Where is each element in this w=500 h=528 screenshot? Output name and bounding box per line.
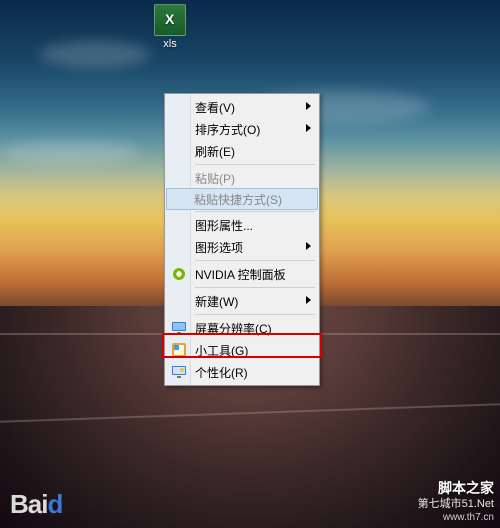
menu-item-refresh[interactable]: 刷新(E) bbox=[167, 140, 317, 162]
gadgets-icon bbox=[171, 342, 189, 358]
menu-item-nvidia[interactable]: NVIDIA 控制面板 bbox=[167, 263, 317, 285]
menu-label: 粘贴(P) bbox=[195, 170, 235, 187]
monitor-icon bbox=[171, 320, 189, 336]
submenu-arrow-icon bbox=[306, 102, 311, 110]
menu-item-graphics-options[interactable]: 图形选项 bbox=[167, 236, 317, 258]
menu-separator bbox=[195, 314, 315, 315]
menu-separator bbox=[195, 211, 315, 212]
menu-label: 个性化(R) bbox=[195, 364, 248, 381]
personalize-icon bbox=[171, 364, 189, 380]
menu-label: 查看(V) bbox=[195, 99, 235, 116]
desktop-file-icon[interactable]: xls bbox=[150, 4, 190, 50]
menu-item-paste: 粘贴(P) bbox=[167, 167, 317, 189]
menu-label: 新建(W) bbox=[195, 293, 238, 310]
menu-label: 小工具(G) bbox=[195, 342, 248, 359]
menu-label: 屏幕分辨率(C) bbox=[195, 320, 272, 337]
menu-item-personalize[interactable]: 个性化(R) bbox=[167, 361, 317, 383]
menu-label: 粘贴快捷方式(S) bbox=[194, 191, 282, 208]
menu-item-view[interactable]: 查看(V) bbox=[167, 96, 317, 118]
watermark-line-1: 脚本之家 bbox=[418, 480, 494, 498]
menu-item-new[interactable]: 新建(W) bbox=[167, 290, 317, 312]
watermark-line-2: 第七城市51.Net bbox=[418, 498, 494, 512]
menu-label: 图形属性... bbox=[195, 217, 253, 234]
menu-label: 刷新(E) bbox=[195, 143, 235, 160]
brand-prefix: Bai bbox=[10, 489, 47, 519]
menu-separator bbox=[195, 164, 315, 165]
menu-separator bbox=[195, 260, 315, 261]
menu-label: 排序方式(O) bbox=[195, 121, 260, 138]
desktop-file-label: xls bbox=[150, 38, 190, 50]
watermark-left: Baid bbox=[10, 489, 62, 520]
submenu-arrow-icon bbox=[306, 296, 311, 304]
menu-item-screen-resolution[interactable]: 屏幕分辨率(C) bbox=[167, 317, 317, 339]
brand-accent: d bbox=[47, 489, 62, 519]
menu-label: 图形选项 bbox=[195, 239, 243, 256]
menu-item-gadgets[interactable]: 小工具(G) bbox=[167, 339, 317, 361]
menu-item-paste-shortcut: 粘贴快捷方式(S) bbox=[166, 188, 318, 210]
excel-file-icon bbox=[154, 4, 186, 36]
menu-item-sort[interactable]: 排序方式(O) bbox=[167, 118, 317, 140]
cloud bbox=[0, 140, 140, 164]
desktop-context-menu: 查看(V) 排序方式(O) 刷新(E) 粘贴(P) 粘贴快捷方式(S) 图形属性… bbox=[164, 93, 320, 386]
nvidia-icon bbox=[171, 266, 189, 282]
watermark-right: 脚本之家 第七城市51.Net www.th7.cn bbox=[418, 480, 494, 524]
submenu-arrow-icon bbox=[306, 124, 311, 132]
menu-label: NVIDIA 控制面板 bbox=[195, 266, 286, 283]
watermark-line-3: www.th7.cn bbox=[418, 512, 494, 525]
submenu-arrow-icon bbox=[306, 242, 311, 250]
menu-separator bbox=[195, 287, 315, 288]
cloud bbox=[40, 40, 150, 68]
menu-item-graphics-properties[interactable]: 图形属性... bbox=[167, 214, 317, 236]
